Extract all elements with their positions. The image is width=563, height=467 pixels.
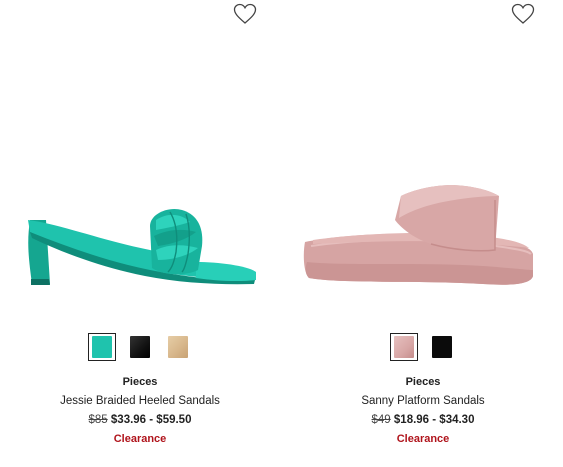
product-grid: Pieces Jessie Braided Heeled Sandals $85… xyxy=(0,0,563,467)
heart-icon[interactable] xyxy=(511,3,535,25)
product-card[interactable]: Pieces Jessie Braided Heeled Sandals $85… xyxy=(0,0,280,467)
swatch-tan[interactable] xyxy=(164,333,192,361)
product-price: $85 $33.96 - $59.50 xyxy=(0,411,280,429)
sale-price: $33.96 - $59.50 xyxy=(110,414,192,426)
product-name-link[interactable]: Jessie Braided Heeled Sandals xyxy=(0,392,280,410)
product-info: Pieces Jessie Braided Heeled Sandals $85… xyxy=(0,374,280,447)
heart-icon[interactable] xyxy=(233,3,257,25)
product-price: $49 $18.96 - $34.30 xyxy=(283,411,563,429)
product-card[interactable]: Pieces Sanny Platform Sandals $49 $18.96… xyxy=(283,0,563,467)
swatch-black[interactable] xyxy=(126,333,154,361)
clearance-badge: Clearance xyxy=(113,433,167,445)
product-brand: Pieces xyxy=(122,376,158,388)
product-brand: Pieces xyxy=(405,376,441,388)
color-swatches xyxy=(0,333,280,361)
original-price: $85 xyxy=(88,414,108,426)
swatch-black[interactable] xyxy=(428,333,456,361)
product-image[interactable] xyxy=(283,40,563,320)
color-swatches xyxy=(283,333,563,361)
sale-price: $18.96 - $34.30 xyxy=(393,414,475,426)
product-info: Pieces Sanny Platform Sandals $49 $18.96… xyxy=(283,374,563,447)
clearance-badge: Clearance xyxy=(396,433,450,445)
swatch-teal[interactable] xyxy=(88,333,116,361)
product-image[interactable] xyxy=(0,40,280,320)
original-price: $49 xyxy=(371,414,391,426)
product-name-link[interactable]: Sanny Platform Sandals xyxy=(283,392,563,410)
swatch-pink[interactable] xyxy=(390,333,418,361)
